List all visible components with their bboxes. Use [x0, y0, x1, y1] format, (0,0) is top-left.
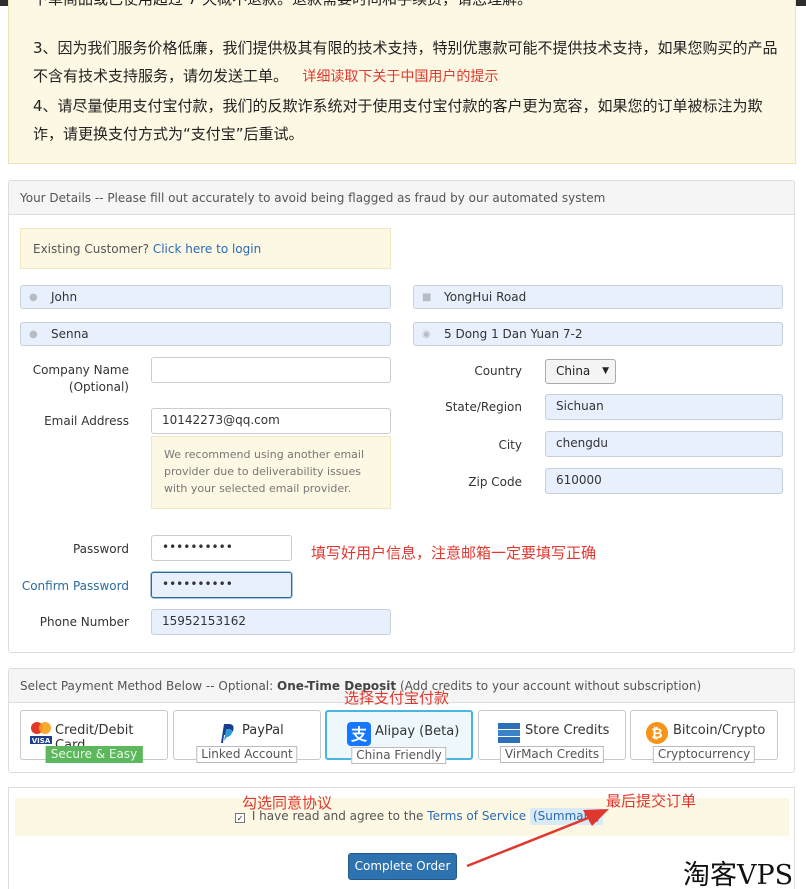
payment-sub: Linked Account: [196, 746, 298, 763]
company-name-input[interactable]: [151, 357, 391, 383]
payment-name: PayPal: [242, 723, 284, 738]
payment-option-paypal[interactable]: PayPal Linked Account: [173, 710, 321, 763]
payment-method-panel: Select Payment Method Below -- Optional:…: [8, 668, 795, 773]
city-label: City: [498, 438, 522, 452]
password-label: Password: [72, 542, 129, 556]
your-details-heading: Your Details -- Please fill out accurate…: [9, 181, 794, 215]
last-name-input[interactable]: ● Senna: [20, 322, 391, 346]
alipay-icon: 支: [347, 722, 371, 746]
notice-red-hint: 详细读取下关于中国用户的提示: [302, 69, 499, 85]
first-name-input[interactable]: ● John: [20, 285, 391, 309]
zip-label: Zip Code: [468, 475, 522, 489]
payment-sub: China Friendly: [351, 747, 447, 764]
payment-option-bitcoin[interactable]: ₿ Bitcoin/Crypto Cryptocurrency: [630, 710, 778, 763]
annotation-arrow: [466, 809, 609, 868]
watermark-logo: 淘客VPS: [683, 860, 794, 889]
payment-sub: VirMach Credits: [499, 746, 605, 763]
order-section: ✓ I have read and agree to the Terms of …: [8, 787, 795, 889]
annotation-submit: 最后提交订单: [606, 792, 697, 810]
annotation-choose-alipay: 选择支付宝付款: [344, 689, 450, 707]
password-input[interactable]: ••••••••••: [151, 535, 292, 561]
complete-order-button[interactable]: Complete Order: [348, 853, 457, 880]
svg-text:VISA: VISA: [32, 737, 51, 745]
notice-line-refund: 下单商品或已使用超过 7 天概不退款。退款需要时间和手续费，请您理解。: [33, 0, 783, 13]
map-marker-icon: ◉: [422, 329, 431, 340]
email-warning-hint: We recommend using another email provide…: [151, 436, 391, 509]
payment-name: Alipay (Beta): [375, 724, 460, 739]
tos-checkbox[interactable]: ✓: [235, 813, 245, 823]
payment-name: Bitcoin/Crypto: [673, 723, 766, 738]
company-name-label: Company Name (Optional): [32, 363, 129, 394]
caret-down-icon: ▼: [602, 366, 609, 376]
phone-label: Phone Number: [39, 615, 129, 629]
your-details-panel: Your Details -- Please fill out accurate…: [8, 180, 795, 653]
payment-option-alipay[interactable]: 支 Alipay (Beta) China Friendly: [325, 710, 473, 764]
paypal-icon: [221, 724, 234, 743]
existing-customer-box: Existing Customer? Click here to login: [20, 228, 391, 269]
visa-mastercard-icon: VISA: [30, 722, 52, 745]
payment-option-card[interactable]: VISA Credit/Debit Card Secure & Easy: [20, 710, 168, 763]
payment-sub: Secure & Easy: [45, 746, 143, 763]
country-select[interactable]: China ▼: [545, 359, 616, 384]
building-icon: ■: [422, 292, 432, 303]
notice-line-support: 3、因为我们服务价格低廉，我们提供极其有限的技术支持，特别优惠款可能不提供技术支…: [33, 39, 778, 85]
annotation-agree: 勾选同意协议: [242, 794, 333, 812]
notice-box: 下单商品或已使用超过 7 天概不退款。退款需要时间和手续费，请您理解。 3、因为…: [8, 0, 796, 164]
state-input[interactable]: Sichuan: [545, 394, 783, 420]
payment-sub: Cryptocurrency: [652, 746, 756, 763]
phone-input[interactable]: 15952153162: [151, 609, 391, 635]
confirm-password-label: Confirm Password: [21, 579, 129, 593]
payment-name: Store Credits: [525, 723, 610, 738]
payment-option-store-credits[interactable]: Store Credits VirMach Credits: [478, 710, 626, 763]
address2-input[interactable]: ◉ 5 Dong 1 Dan Yuan 7-2: [413, 322, 783, 346]
bitcoin-icon: ₿: [646, 722, 668, 744]
svg-text:₿: ₿: [651, 726, 662, 742]
notice-line-alipay: 4、请尽量使用支付宝付款，我们的反欺诈系统对于使用支付宝付款的客户更为宽容，如果…: [33, 97, 763, 143]
confirm-password-input[interactable]: ••••••••••: [151, 572, 292, 598]
svg-text:支: 支: [350, 725, 368, 744]
address1-input[interactable]: ■ YongHui Road: [413, 285, 783, 309]
user-icon: ●: [29, 292, 38, 303]
annotation-fill-info: 填写好用户信息，注意邮箱一定要填写正确: [311, 544, 597, 562]
email-input[interactable]: 10142273@qq.com: [151, 408, 391, 434]
email-label: Email Address: [44, 414, 129, 428]
state-label: State/Region: [445, 400, 522, 414]
zip-input[interactable]: 610000: [545, 468, 783, 494]
user-icon: ●: [29, 329, 38, 340]
city-input[interactable]: chengdu: [545, 431, 783, 457]
login-link[interactable]: Click here to login: [153, 242, 261, 256]
server-stack-icon: [498, 723, 520, 743]
country-label: Country: [474, 364, 522, 378]
